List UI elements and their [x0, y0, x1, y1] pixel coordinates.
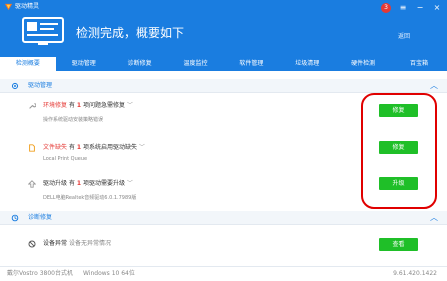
item-line: 驱动升级 有 1 项驱动需要升级 ﹀ [43, 180, 133, 187]
notification-badge-icon[interactable]: 3 [381, 3, 391, 13]
prohibited-icon [28, 240, 36, 248]
item-line: 环境修复 有 1 项问题急需修复 ﹀ [43, 102, 133, 109]
minimize-icon[interactable]: − [415, 3, 425, 13]
item-label: 驱动升级 [43, 180, 68, 187]
item-line: 设备异常 设备无异常情况 [43, 240, 111, 248]
chevron-down-icon[interactable]: ﹀ [127, 180, 133, 187]
item-detail: 操作系统驱动安装策略错误 [43, 117, 104, 123]
driver-section-header[interactable]: 驱动管理 ︿ [0, 79, 447, 93]
file-icon [29, 144, 35, 152]
os-info: Windows 10 64位 [83, 270, 135, 277]
item-label: 设备异常 [43, 240, 68, 247]
chevron-up-icon[interactable]: ︿ [430, 213, 438, 223]
tab-diagnose-repair[interactable]: 诊断修复 [112, 57, 168, 71]
close-icon[interactable]: × [432, 3, 442, 13]
tab-hardware-detection[interactable]: 硬件检测 [335, 57, 391, 71]
tab-driver-management[interactable]: 驱动管理 [56, 57, 112, 71]
window-controls: 3 ≡ − × [381, 3, 442, 13]
status-bar: 戴尔Vostro 3800台式机 Windows 10 64位 9.61.420… [0, 266, 447, 281]
item-status: 设备无异常情况 [68, 240, 111, 247]
tab-bar: 检测概要 驱动管理 诊断修复 温度监控 软件管理 垃圾清理 硬件检测 百宝箱 [0, 57, 447, 71]
chevron-down-icon[interactable]: ﹀ [127, 102, 133, 109]
issue-count: 1 [76, 180, 82, 187]
tab-overview[interactable]: 检测概要 [0, 57, 56, 71]
item-detail: DELL电脑Realtek音频驱动6.0.1.7989版 [43, 195, 137, 201]
issue-count: 1 [76, 144, 82, 151]
tab-temperature[interactable]: 温度监控 [168, 57, 224, 71]
view-button[interactable]: 查看 [379, 238, 418, 251]
item-label: 环境修复 [43, 102, 68, 109]
item-detail: Local Print Queue [43, 156, 88, 162]
menu-icon[interactable]: ≡ [398, 3, 408, 13]
section-title: 驱动管理 [28, 82, 53, 89]
app-logo-icon [4, 3, 13, 11]
highlight-annotation [361, 93, 437, 209]
tab-toolbox[interactable]: 百宝箱 [391, 57, 447, 71]
monitor-icon [22, 17, 64, 45]
issue-count: 1 [76, 102, 82, 109]
diagnose-icon [11, 214, 19, 222]
wrench-icon [29, 103, 36, 109]
header: 驱动精灵 检测完成，概要如下 3 ≡ − × 返回 [0, 0, 447, 57]
version-number: 9.61.420.1422 [393, 270, 437, 277]
chevron-down-icon[interactable]: ﹀ [139, 144, 145, 151]
tab-software-management[interactable]: 软件管理 [224, 57, 280, 71]
page-title: 检测完成，概要如下 [76, 26, 185, 40]
app-name: 驱动精灵 [15, 3, 40, 10]
diagnose-section-header[interactable]: 诊断修复 ︿ [0, 211, 447, 225]
gear-icon [11, 82, 19, 90]
item-line: 文件缺失 有 1 项系统启用驱动缺失 ﹀ [43, 144, 145, 151]
tab-junk-cleanup[interactable]: 垃圾清理 [279, 57, 335, 71]
upgrade-arrow-icon [28, 180, 36, 188]
chevron-up-icon[interactable]: ︿ [430, 81, 438, 91]
section-title: 诊断修复 [28, 214, 53, 221]
back-link[interactable]: 返回 [398, 33, 410, 41]
computer-model: 戴尔Vostro 3800台式机 [7, 270, 73, 277]
item-label: 文件缺失 [43, 144, 68, 151]
